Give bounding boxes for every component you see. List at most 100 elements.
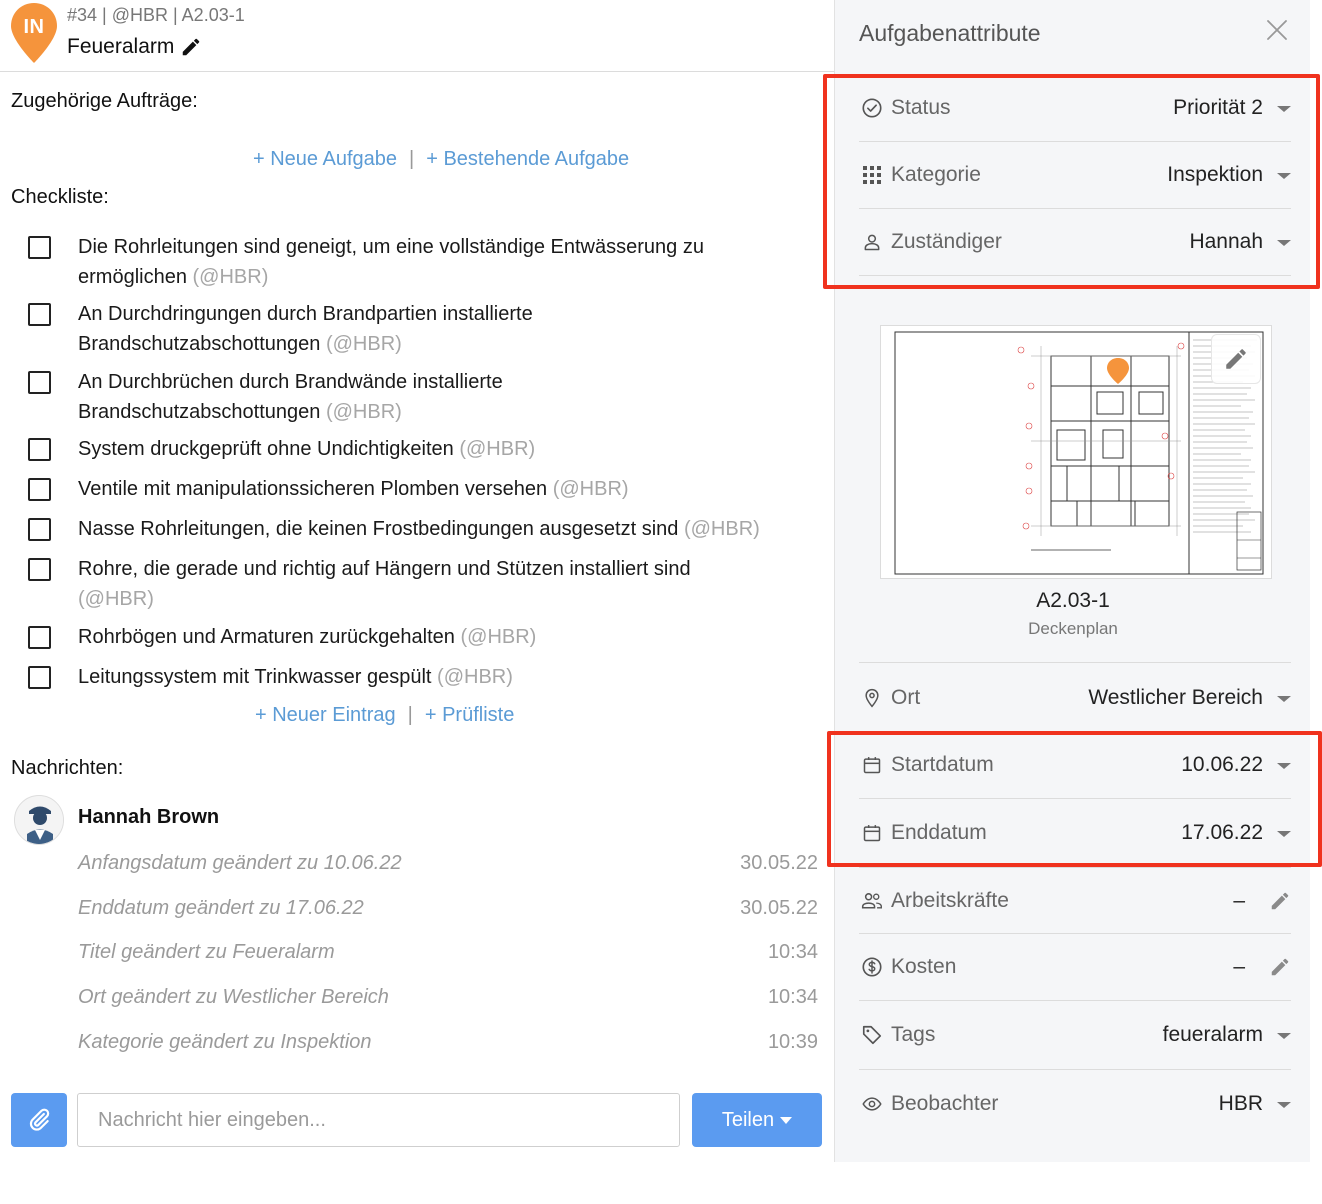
messages-label: Nachrichten: — [11, 757, 124, 779]
workforce-label: Arbeitskräfte — [891, 888, 1009, 912]
message-entry: Anfangsdatum geändert zu 10.06.22 30.05.… — [78, 852, 818, 880]
message-time: 10:39 — [767, 1031, 818, 1053]
close-icon[interactable] — [1265, 18, 1289, 42]
checklist-item-text: An Durchbrüchen durch Brandwände install… — [78, 367, 638, 427]
message-time: 10:34 — [767, 986, 818, 1008]
tags-label: Tags — [891, 1023, 936, 1046]
checklist-item-text: Ventile mit manipulationssicheren Plombe… — [78, 474, 768, 504]
checkbox[interactable] — [28, 438, 51, 461]
message-entry: Enddatum geändert zu 17.06.22 30.05.22 — [78, 897, 818, 925]
assignee-select[interactable]: Zuständiger Hannah — [859, 209, 1291, 276]
message-author: Hannah Brown — [78, 806, 220, 828]
plan-subtitle: Deckenplan — [1028, 619, 1118, 638]
checklist-template-link[interactable]: + Prüfliste — [425, 704, 514, 726]
tags-select[interactable]: Tags feueralarm — [859, 1001, 1291, 1070]
person-icon — [861, 231, 883, 253]
check-circle-icon — [861, 97, 883, 119]
message-entry: Titel geändert zu Feueralarm 10:34 — [78, 941, 818, 969]
end-date-picker[interactable]: Enddatum 17.06.22 — [859, 799, 1291, 866]
tags-value: feueralarm — [1162, 1023, 1263, 1046]
edit-plan-button[interactable] — [1211, 334, 1261, 384]
checkbox[interactable] — [28, 236, 51, 259]
checklist-item-text: Leitungssystem mit Trinkwasser gespült (… — [78, 662, 768, 692]
message-time: 10:34 — [767, 941, 818, 963]
chevron-down-icon — [1277, 830, 1291, 837]
checkbox[interactable] — [28, 666, 51, 689]
pencil-icon[interactable] — [1269, 956, 1291, 978]
status-select[interactable]: Status Priorität 2 — [859, 75, 1291, 142]
paperclip-icon — [29, 1108, 50, 1131]
pencil-icon[interactable] — [1269, 890, 1291, 912]
chevron-down-icon — [1277, 1033, 1291, 1039]
calendar-icon — [861, 754, 883, 776]
chevron-down-icon — [1277, 106, 1291, 112]
plan-thumbnail[interactable] — [880, 325, 1272, 579]
chevron-down-icon — [1277, 763, 1291, 769]
new-entry-link[interactable]: + Neuer Eintrag — [255, 704, 396, 726]
existing-task-link[interactable]: + Bestehende Aufgabe — [426, 148, 629, 170]
assignee-value: Hannah — [1189, 230, 1263, 253]
checklist-item-text: An Durchdringungen durch Brandpartien in… — [78, 299, 638, 359]
category-value: Inspektion — [1167, 163, 1263, 186]
checklist-label: Checkliste: — [11, 186, 109, 208]
dollar-circle-icon — [861, 956, 883, 978]
checklist-item-user: (@HBR) — [460, 626, 537, 648]
plan-name: A2.03-1 — [1036, 589, 1110, 612]
checkbox[interactable] — [28, 626, 51, 649]
checklist-item-user: (@HBR) — [459, 438, 536, 460]
end-date-value: 17.06.22 — [1181, 820, 1263, 844]
status-value: Priorität 2 — [1173, 96, 1263, 119]
share-button-label: Teilen — [721, 1108, 775, 1131]
checklist-item-label: Die Rohrleitungen sind geneigt, um eine … — [78, 236, 704, 288]
attach-button[interactable] — [11, 1093, 67, 1147]
location-select[interactable]: Ort Westlicher Bereich — [859, 662, 1291, 732]
task-pin-icon: IN — [10, 2, 58, 63]
share-button[interactable]: Teilen — [692, 1093, 822, 1147]
checkbox[interactable] — [28, 303, 51, 326]
related-links: + Neue Aufgabe | + Bestehende Aufgabe — [253, 148, 629, 171]
location-value: Westlicher Bereich — [1088, 685, 1263, 709]
pencil-icon — [1226, 349, 1246, 369]
eye-icon — [861, 1093, 883, 1115]
category-select[interactable]: Kategorie Inspektion — [859, 142, 1291, 209]
checklist-item-label: An Durchbrüchen durch Brandwände install… — [78, 371, 503, 423]
checklist-item-user: (@HBR) — [325, 401, 402, 423]
start-date-picker[interactable]: Startdatum 10.06.22 — [859, 732, 1291, 799]
task-header: IN #34 | @HBR | A2.03-1 Feueralarm — [0, 0, 834, 72]
chevron-down-icon — [1277, 240, 1291, 246]
checklist-item-label: Leitungssystem mit Trinkwasser gespült — [78, 666, 432, 688]
chevron-down-icon — [1277, 173, 1291, 179]
workforce-field[interactable]: Arbeitskräfte – — [859, 867, 1291, 934]
end-date-label: Enddatum — [891, 820, 987, 844]
checklist-item-label: System druckgeprüft ohne Undichtigkeiten — [78, 438, 454, 460]
checklist-item-user: (@HBR) — [192, 266, 269, 288]
checkbox[interactable] — [28, 558, 51, 581]
watchers-value: HBR — [1218, 1091, 1263, 1115]
new-task-link[interactable]: + Neue Aufgabe — [253, 148, 397, 170]
task-meta: #34 | @HBR | A2.03-1 — [67, 5, 245, 25]
message-entry: Ort geändert zu Westlicher Bereich 10:34 — [78, 986, 818, 1014]
message-time: 30.05.22 — [740, 852, 818, 874]
chevron-down-icon — [1277, 695, 1291, 702]
costs-field[interactable]: Kosten – — [859, 934, 1291, 1001]
checkbox[interactable] — [28, 518, 51, 541]
message-entry: Kategorie geändert zu Inspektion 10:39 — [78, 1031, 818, 1059]
checkbox[interactable] — [28, 371, 51, 394]
task-title[interactable]: Feueralarm — [67, 35, 202, 59]
avatar — [14, 795, 64, 845]
message-time: 30.05.22 — [740, 897, 818, 919]
message-input[interactable] — [77, 1093, 680, 1147]
checklist-links: + Neuer Eintrag | + Prüfliste — [255, 704, 514, 727]
checklist-item-text: Rohre, die gerade und richtig auf Hänger… — [78, 554, 718, 614]
checkbox[interactable] — [28, 478, 51, 501]
checklist-item-text: Die Rohrleitungen sind geneigt, um eine … — [78, 232, 768, 292]
category-label: Kategorie — [891, 163, 981, 186]
pencil-icon[interactable] — [180, 36, 202, 58]
chevron-down-icon — [1277, 1101, 1291, 1108]
checklist-item-text: Rohrbögen und Armaturen zurückgehalten (… — [78, 622, 768, 652]
watchers-select[interactable]: Beobachter HBR — [859, 1070, 1291, 1137]
checklist-item-label: Rohre, die gerade und richtig auf Hänger… — [78, 558, 691, 580]
message-text: Anfangsdatum geändert zu 10.06.22 — [78, 852, 402, 874]
link-separator: | — [407, 704, 413, 726]
checklist-item-user: (@HBR) — [552, 478, 629, 500]
